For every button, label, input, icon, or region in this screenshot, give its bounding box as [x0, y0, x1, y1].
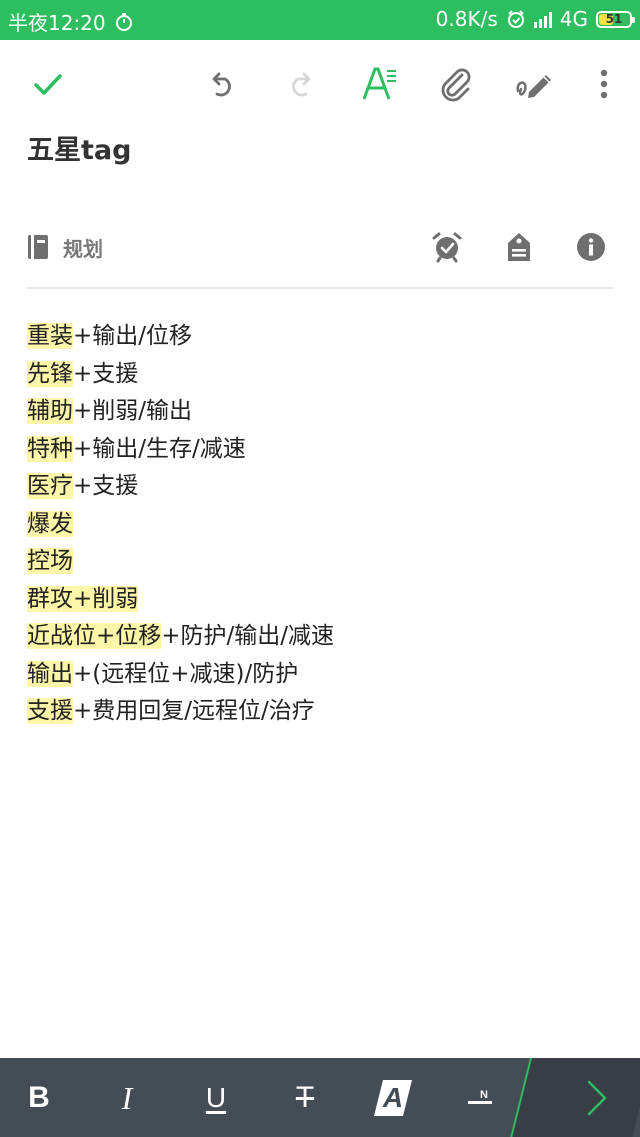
line-text: +防护/输出/减速 [161, 623, 335, 649]
body-line: 支援+费用回复/远程位/治疗 [27, 693, 613, 731]
timer-icon [114, 12, 134, 32]
line-text: +削弱/输出 [73, 398, 193, 424]
body-line: 爆发 [27, 506, 613, 544]
highlighted-text: 辅助 [27, 398, 73, 424]
check-icon [34, 74, 62, 95]
highlighted-text: 输出 [27, 660, 73, 687]
text-format-icon [362, 67, 396, 100]
paperclip-icon [441, 68, 471, 102]
handwriting-icon [516, 75, 551, 98]
status-bar: 半夜12:20 0.8K/s 4G 51 [0, 0, 640, 40]
note-title[interactable]: 五星tag [27, 128, 131, 167]
status-left: 半夜12:20 [8, 7, 134, 36]
notebook-icon [28, 235, 48, 259]
note-editor-screen: 半夜12:20 0.8K/s 4G 51 五星tag 规划 重装+输出/位移 先… [0, 0, 640, 1137]
header-divider [27, 287, 613, 289]
more-icon [600, 69, 608, 99]
battery-icon: 51 [596, 10, 635, 28]
body-line: 医疗+支援 [27, 468, 613, 506]
line-text: +(远程位+减速)/防护 [73, 660, 299, 687]
next-formatting-button[interactable] [574, 1075, 620, 1121]
attach-button[interactable] [434, 62, 478, 106]
status-time: 半夜12:20 [8, 11, 106, 35]
handwriting-button[interactable] [512, 62, 556, 106]
battery-cap [632, 16, 635, 23]
note-meta-row: 规划 [27, 225, 613, 269]
highlighted-text: 群攻+削弱 [27, 585, 139, 612]
note-body[interactable]: 重装+输出/位移 先锋+支援 辅助+削弱/输出 特种+输出/生存/减速 医疗+支… [27, 318, 613, 731]
highlight-label: A [382, 1082, 404, 1113]
chevron-right-icon [587, 1080, 607, 1116]
notebook-selector[interactable]: 规划 [27, 225, 103, 269]
highlighted-text: 支援 [27, 698, 73, 724]
highlighted-text: 重装 [27, 323, 73, 349]
line-text: +支援 [73, 473, 139, 499]
info-icon [577, 233, 605, 261]
redo-icon [292, 72, 311, 97]
tag-button[interactable] [497, 225, 541, 269]
network-speed: 0.8K/s [435, 7, 498, 31]
status-right: 0.8K/s 4G 51 [435, 7, 635, 31]
highlight-button[interactable]: A [370, 1075, 416, 1121]
alarm-status-icon [506, 9, 526, 29]
strikethrough-button[interactable]: T [282, 1075, 328, 1121]
done-button[interactable] [26, 62, 70, 106]
more-options-button[interactable] [582, 62, 626, 106]
body-line: 控场 [27, 543, 613, 581]
line-text: +支援 [73, 360, 139, 387]
bold-button[interactable]: B [16, 1075, 62, 1121]
body-line: 辅助+削弱/输出 [27, 393, 613, 431]
more-formatting-button[interactable]: N [458, 1075, 504, 1121]
body-line: 重装+输出/位移 [27, 318, 613, 356]
note-info-button[interactable] [569, 225, 613, 269]
body-line: 近战位+位移+防护/输出/减速 [27, 618, 613, 656]
text-format-button[interactable] [356, 62, 400, 106]
highlighted-text: 医疗 [27, 473, 73, 499]
alarm-icon [432, 232, 462, 263]
body-line: 群攻+削弱 [27, 581, 613, 619]
notebook-label: 规划 [63, 236, 103, 261]
line-text: +费用回复/远程位/治疗 [73, 698, 315, 724]
highlighted-text: 特种 [27, 435, 73, 462]
underline-button[interactable]: U [193, 1075, 239, 1121]
format-toolbar: B I U T A N [0, 1058, 640, 1137]
highlighted-text: 近战位+位移 [27, 623, 162, 649]
body-line: 输出+(远程位+减速)/防护 [27, 656, 613, 694]
undo-button[interactable] [200, 62, 244, 106]
editor-toolbar [0, 40, 640, 130]
body-line: 特种+输出/生存/减速 [27, 431, 613, 469]
network-type: 4G [559, 7, 588, 31]
body-line: 先锋+支援 [27, 356, 613, 394]
line-text: +输出/位移 [73, 323, 193, 349]
highlighted-text: 爆发 [27, 510, 73, 537]
highlighted-text: 先锋 [27, 360, 73, 387]
highlighted-text: 控场 [27, 548, 73, 574]
line-text: +输出/生存/减速 [73, 435, 246, 462]
svg-text:N: N [480, 1089, 488, 1101]
redo-button[interactable] [279, 62, 323, 106]
signal-icon [533, 10, 556, 28]
battery-level: 51 [605, 12, 623, 26]
reminder-button[interactable] [425, 225, 469, 269]
undo-icon [212, 72, 231, 97]
formatting-more-icon: N [468, 1089, 492, 1104]
tag-icon [508, 233, 530, 261]
italic-button[interactable]: I [104, 1075, 150, 1121]
